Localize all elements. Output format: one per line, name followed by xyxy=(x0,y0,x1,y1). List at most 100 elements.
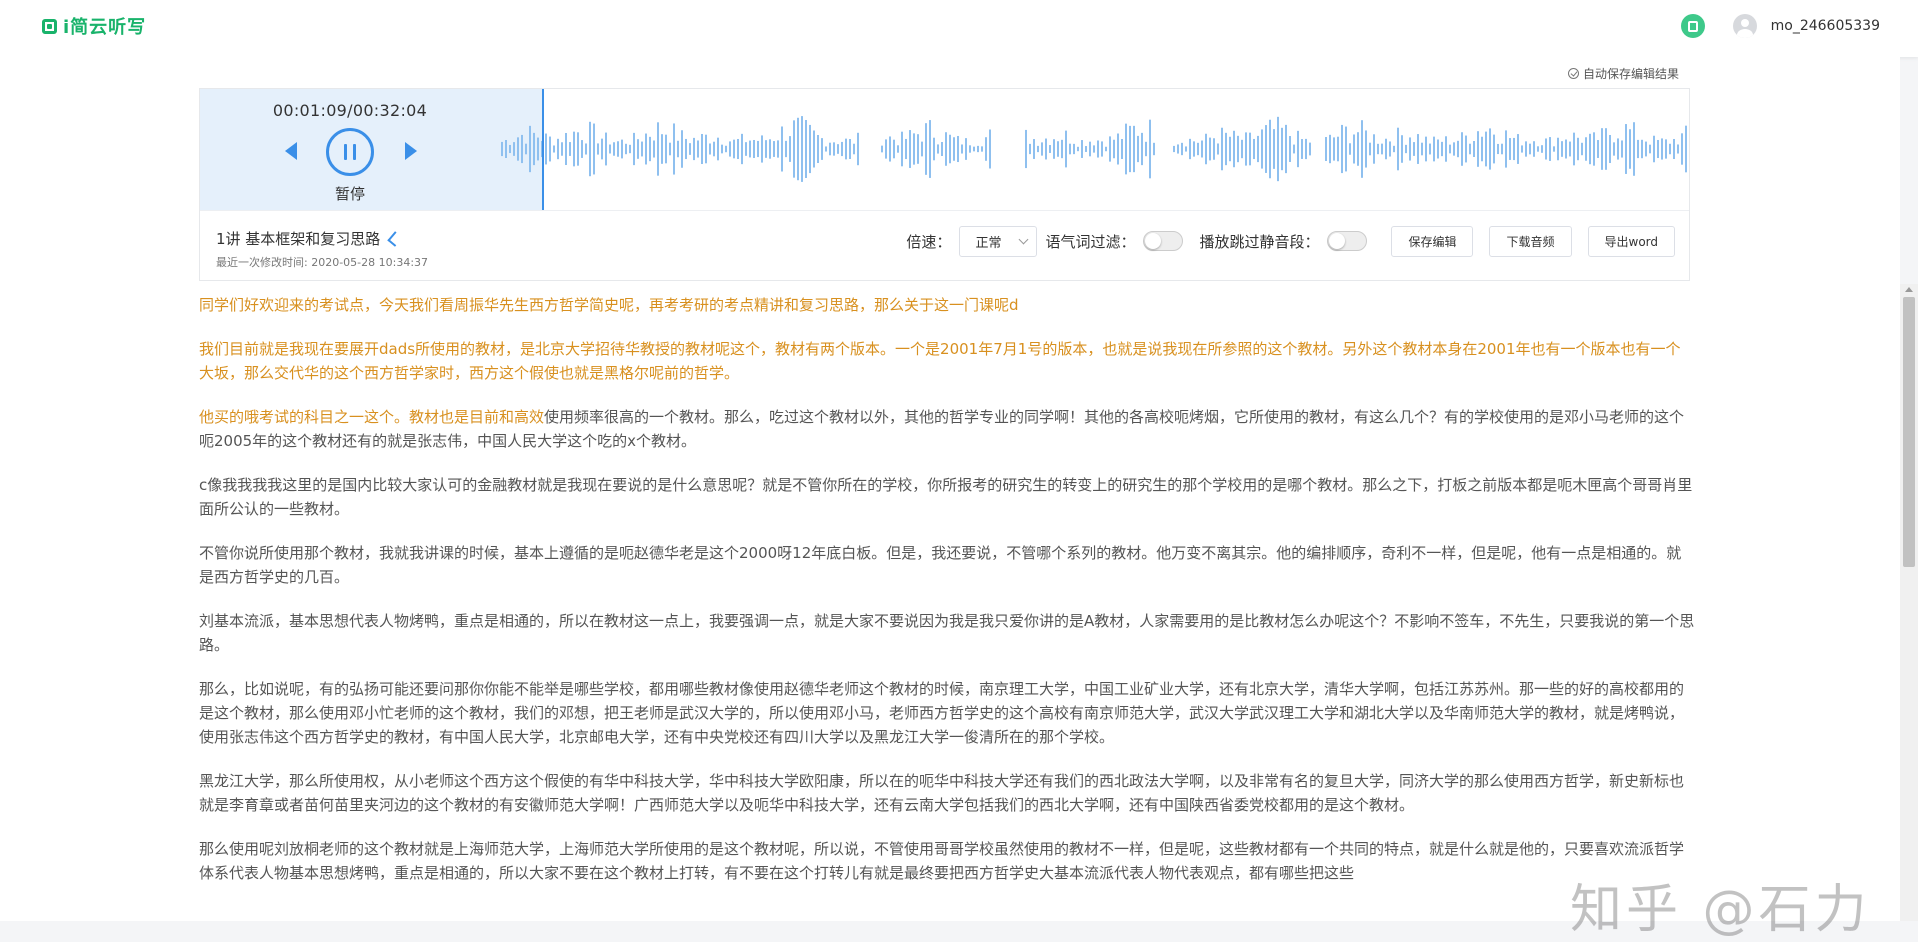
waveform-bar xyxy=(1213,138,1215,160)
waveform-bar xyxy=(953,137,955,161)
waveform-bar xyxy=(1089,141,1091,157)
waveform-bar xyxy=(1305,138,1307,160)
waveform-bar xyxy=(1117,133,1119,165)
app-logo[interactable]: i简云听写 xyxy=(42,14,146,38)
waveform-bar xyxy=(837,144,839,154)
waveform-bar xyxy=(965,138,967,160)
app-name: i简云听写 xyxy=(63,17,147,38)
waveform-bar xyxy=(989,129,991,169)
waveform-bar xyxy=(1077,146,1079,152)
export-word-button[interactable]: 导出word xyxy=(1587,225,1675,257)
skip-silence-toggle[interactable] xyxy=(1327,231,1368,251)
waveform-bar xyxy=(1601,128,1603,170)
scroll-up-arrow-icon[interactable] xyxy=(1905,287,1913,292)
waveform-bar xyxy=(533,132,535,166)
waveform-bar xyxy=(613,142,615,156)
scrollbar[interactable] xyxy=(1900,284,1918,921)
waveform-bar xyxy=(1441,141,1443,157)
waveform-bar xyxy=(557,138,559,160)
username[interactable]: mo_246605339 xyxy=(1771,18,1880,34)
waveform-bar xyxy=(1497,143,1499,155)
avatar[interactable] xyxy=(1732,14,1757,38)
waveform-bar xyxy=(1509,138,1511,160)
waveform-bar xyxy=(721,144,723,154)
scroll-thumb[interactable] xyxy=(1903,297,1915,567)
waveform-bar xyxy=(1237,135,1239,163)
waveform-bar xyxy=(1609,134,1611,164)
waveform-bar xyxy=(741,133,743,165)
waveform-bar xyxy=(673,123,675,175)
unplayed-text[interactable]: 不管你说所使用那个教材，我就我讲课的时候，基本上遵循的是呃赵德华老是这个2000… xyxy=(199,544,1681,586)
waveform-bar xyxy=(681,130,683,168)
edit-pencil-icon[interactable] xyxy=(387,230,404,247)
waveform-bar xyxy=(525,143,527,155)
unplayed-text[interactable]: 那么，比如说呢，有的弘扬可能还要问那你你能不能举是哪些学校，都用哪些教材像使用赵… xyxy=(199,680,1684,746)
filler-filter-toggle[interactable] xyxy=(1143,231,1184,251)
waveform-bar xyxy=(1153,142,1155,156)
waveform-bar xyxy=(1277,116,1279,182)
waveform-bar xyxy=(857,132,859,166)
waveform-bar xyxy=(1561,141,1563,157)
waveform-bar xyxy=(1665,139,1667,159)
file-title-row: 1讲 基本框架和复习思路 xyxy=(216,228,404,249)
waveform-bar xyxy=(1669,143,1671,155)
divider xyxy=(200,210,1689,211)
waveform-bar xyxy=(1281,127,1283,171)
played-text[interactable]: 他买的哦考试的科目之一这个。教材也是目前和高效 xyxy=(199,408,544,426)
transcript-paragraph[interactable]: 他买的哦考试的科目之一这个。教材也是目前和高效使用频率很高的一个教材。那么，吃过… xyxy=(199,405,1695,453)
played-text[interactable]: 同学们好欢迎来的考试点，今天我们看周振华先生西方哲学简史呢，再考考研的考点精讲和… xyxy=(199,296,1019,314)
unplayed-text[interactable]: 黑龙江大学，那么所使用权，从小老师这个西方这个假使的有华中科技大学，华中科技大学… xyxy=(199,772,1684,814)
documents-icon[interactable] xyxy=(1680,14,1705,38)
rewind-icon[interactable] xyxy=(285,142,297,160)
transcript-paragraph[interactable]: 不管你说所使用那个教材，我就我讲课的时候，基本上遵循的是呃赵德华老是这个2000… xyxy=(199,541,1695,589)
waveform-bar xyxy=(1641,139,1643,159)
waveform-bar xyxy=(1473,140,1475,158)
waveform-bar xyxy=(1549,137,1551,161)
transcript-paragraph[interactable]: c像我我我我这里的是国内比较大家认可的金融教材就是我现在要说的是什么意思呢？就是… xyxy=(199,473,1695,521)
audio-waveform[interactable] xyxy=(501,89,1689,210)
download-audio-button[interactable]: 下载音频 xyxy=(1489,225,1572,257)
waveform-bar xyxy=(1637,139,1639,159)
unplayed-text[interactable]: c像我我我我这里的是国内比较大家认可的金融教材就是我现在要说的是什么意思呢？就是… xyxy=(199,476,1692,518)
waveform-bar xyxy=(1065,130,1067,168)
transcript-paragraph[interactable]: 同学们好欢迎来的考试点，今天我们看周振华先生西方哲学简史呢，再考考研的考点精讲和… xyxy=(199,293,1695,317)
waveform-bar xyxy=(1417,134,1419,164)
waveform-bar xyxy=(1185,146,1187,152)
forward-icon[interactable] xyxy=(405,142,417,160)
waveform-bar xyxy=(1081,140,1083,158)
transcript-paragraph[interactable]: 我们目前就是我现在要展开dads所使用的教材，是北京大学招待华教授的教材呢这个，… xyxy=(199,337,1695,385)
waveform-bar xyxy=(1477,131,1479,167)
unplayed-text[interactable]: 刘基本流派，基本思想代表人物烤鸭，重点是相通的，所以在教材这一点上，我要强调一点… xyxy=(199,612,1694,654)
played-text[interactable]: 我们目前就是我现在要展开dads所使用的教材，是北京大学招待华教授的教材呢这个，… xyxy=(199,340,1681,382)
waveform-bar xyxy=(785,140,787,158)
pause-button[interactable] xyxy=(326,128,374,176)
transcript-paragraph[interactable]: 那么，比如说呢，有的弘扬可能还要问那你你能不能举是哪些学校，都用哪些教材像使用赵… xyxy=(199,677,1695,749)
transcript-paragraph[interactable]: 刘基本流派，基本思想代表人物烤鸭，重点是相通的，所以在教材这一点上，我要强调一点… xyxy=(199,609,1695,657)
waveform-bar xyxy=(709,143,711,155)
waveform-bar xyxy=(945,132,947,166)
waveform-bar xyxy=(1457,140,1459,158)
waveform-bar xyxy=(1293,144,1295,154)
waveform-bar xyxy=(901,131,903,167)
transcript-paragraph[interactable]: 那么使用呢刘放桐老师的这个教材就是上海师范大学，上海师范大学所使用的是这个教材呢… xyxy=(199,837,1695,885)
transcript-paragraph[interactable]: 黑龙江大学，那么所使用权，从小老师这个西方这个假使的有华中科技大学，华中科技大学… xyxy=(199,769,1695,817)
waveform-bar xyxy=(1605,128,1607,170)
waveform-bar xyxy=(1469,143,1471,155)
playhead-cursor[interactable] xyxy=(542,89,544,210)
logo-icon xyxy=(42,18,57,34)
waveform-bar xyxy=(737,138,739,160)
playback-time: 00:01:09/00:32:04 xyxy=(272,101,428,120)
waveform-bar xyxy=(1329,134,1331,164)
waveform-bar xyxy=(625,143,627,155)
waveform-bar xyxy=(729,141,731,157)
waveform-bar xyxy=(1193,141,1195,157)
transcript-body[interactable]: 同学们好欢迎来的考试点，今天我们看周振华先生西方哲学简史呢，再考考研的考点精讲和… xyxy=(199,293,1695,905)
waveform-bar xyxy=(1069,143,1071,155)
speed-select[interactable]: 正常 xyxy=(959,225,1038,257)
save-edit-button[interactable]: 保存编辑 xyxy=(1391,225,1474,257)
unplayed-text[interactable]: 那么使用呢刘放桐老师的这个教材就是上海师范大学，上海师范大学所使用的是这个教材呢… xyxy=(199,840,1684,882)
top-navbar: i简云听写 mo_246605339 xyxy=(0,0,1918,57)
waveform-bar xyxy=(517,137,519,161)
waveform-bar xyxy=(1309,142,1311,156)
waveform-bar xyxy=(817,134,819,164)
